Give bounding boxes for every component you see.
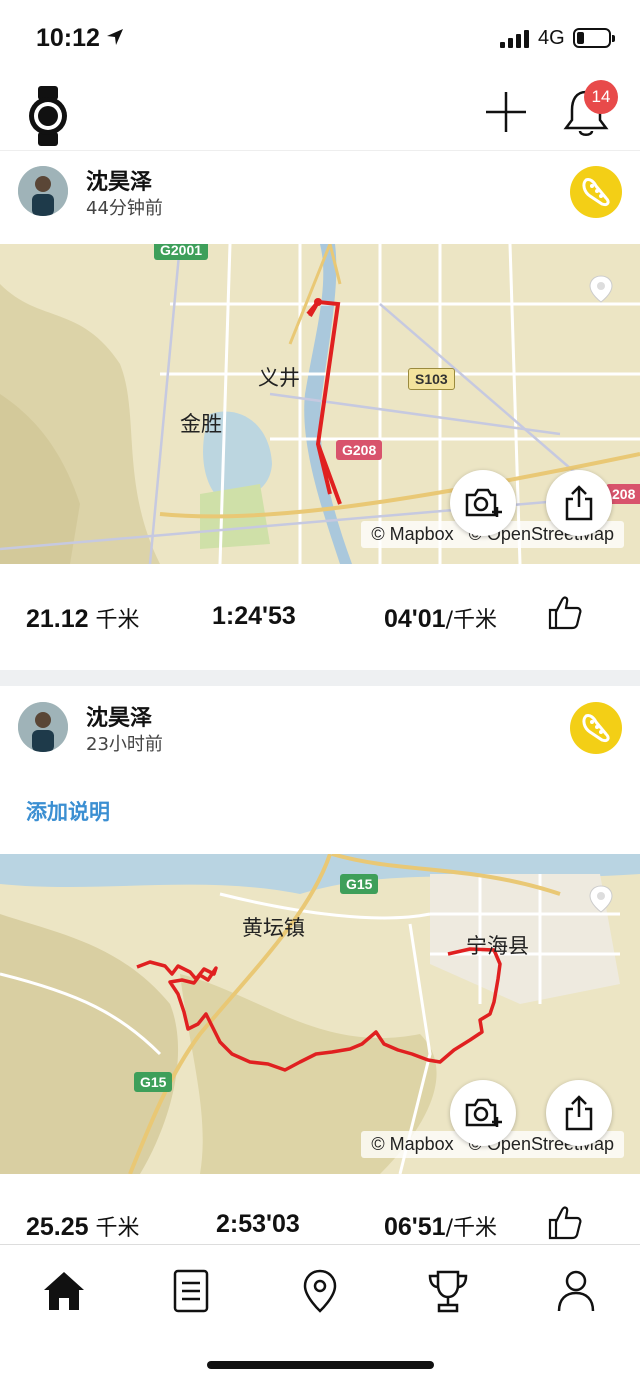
add-photo-button[interactable] xyxy=(450,1080,516,1146)
road-shield: S103 xyxy=(408,368,455,390)
home-icon xyxy=(44,1272,84,1310)
road-shield: G2001 xyxy=(154,244,209,260)
road-shield: G15 xyxy=(340,874,379,894)
list-icon xyxy=(173,1269,209,1313)
time-ago: 44分钟前 xyxy=(86,198,163,219)
pace-stat: 04'01/千米 xyxy=(384,605,497,633)
add-icon[interactable] xyxy=(484,90,528,134)
map-marker-icon xyxy=(589,275,613,303)
person-icon xyxy=(557,1270,595,1312)
running-shoe-icon xyxy=(570,702,622,754)
duration-stat: 1:24'53 xyxy=(212,602,296,630)
road-shield: G15 xyxy=(134,1072,173,1092)
camera-add-icon xyxy=(465,488,502,517)
road-shield: G208 xyxy=(336,440,383,460)
map-place-label: 金胜 xyxy=(180,412,222,436)
running-shoe-icon xyxy=(570,166,622,218)
camera-add-icon xyxy=(465,1098,502,1127)
user-name[interactable]: 沈昊泽 xyxy=(86,700,152,732)
share-button[interactable] xyxy=(546,1080,612,1146)
distance-stat: 21.12 千米 xyxy=(26,605,140,633)
tab-profile[interactable] xyxy=(546,1263,606,1319)
tab-map[interactable] xyxy=(290,1263,350,1319)
status-bar: 10:12 4G xyxy=(0,0,640,80)
activity-stats: 25.25 千米 2:53'03 06'51/千米 xyxy=(0,1174,640,1244)
share-icon xyxy=(565,1095,593,1131)
tab-achievements[interactable] xyxy=(418,1263,478,1319)
map-marker-icon xyxy=(589,885,613,913)
map-place-label: 黄坛镇 xyxy=(242,916,305,940)
status-time: 10:12 xyxy=(36,24,100,52)
map-background xyxy=(0,854,640,1174)
distance-stat: 25.25 千米 xyxy=(26,1213,140,1241)
map-place-label: 义井 xyxy=(258,366,300,390)
time-ago: 23小时前 xyxy=(86,734,163,755)
route-map[interactable]: G15 G15 黄坛镇 宁海县 © Mapbox © OpenStreetMap xyxy=(0,854,640,1174)
like-thumbs-up-icon[interactable] xyxy=(546,1204,582,1242)
share-icon xyxy=(565,485,593,521)
pace-stat: 06'51/千米 xyxy=(384,1213,497,1241)
tab-home[interactable] xyxy=(34,1263,94,1319)
map-background xyxy=(0,244,640,564)
tab-diary[interactable] xyxy=(161,1263,221,1319)
activity-card-header[interactable]: 沈昊泽 44分钟前 xyxy=(0,150,640,242)
watch-icon[interactable] xyxy=(26,86,70,146)
location-arrow-icon xyxy=(107,29,123,45)
route-map[interactable]: G2001 S103 G208 208 义井 金胜 © Mapbox © Ope… xyxy=(0,244,640,564)
battery-icon xyxy=(573,28,615,48)
duration-stat: 2:53'03 xyxy=(216,1210,300,1238)
share-button[interactable] xyxy=(546,470,612,536)
user-name[interactable]: 沈昊泽 xyxy=(86,164,152,196)
activity-card-header[interactable]: 沈昊泽 23小时前 xyxy=(0,686,640,778)
home-indicator xyxy=(207,1361,434,1369)
map-place-label: 宁海县 xyxy=(466,934,529,958)
like-thumbs-up-icon[interactable] xyxy=(546,594,582,632)
activity-stats: 21.12 千米 1:24'53 04'01/千米 xyxy=(0,564,640,670)
avatar[interactable] xyxy=(18,166,68,216)
app-header xyxy=(0,80,640,151)
add-photo-button[interactable] xyxy=(450,470,516,536)
network-type: 4G xyxy=(538,27,565,49)
avatar[interactable] xyxy=(18,702,68,752)
notification-count-badge: 14 xyxy=(584,80,618,114)
cellular-signal-icon xyxy=(500,30,529,48)
add-description-link[interactable]: 添加说明 xyxy=(26,796,110,826)
trophy-icon xyxy=(428,1270,468,1313)
card-divider xyxy=(0,670,640,686)
location-pin-icon xyxy=(303,1269,337,1313)
